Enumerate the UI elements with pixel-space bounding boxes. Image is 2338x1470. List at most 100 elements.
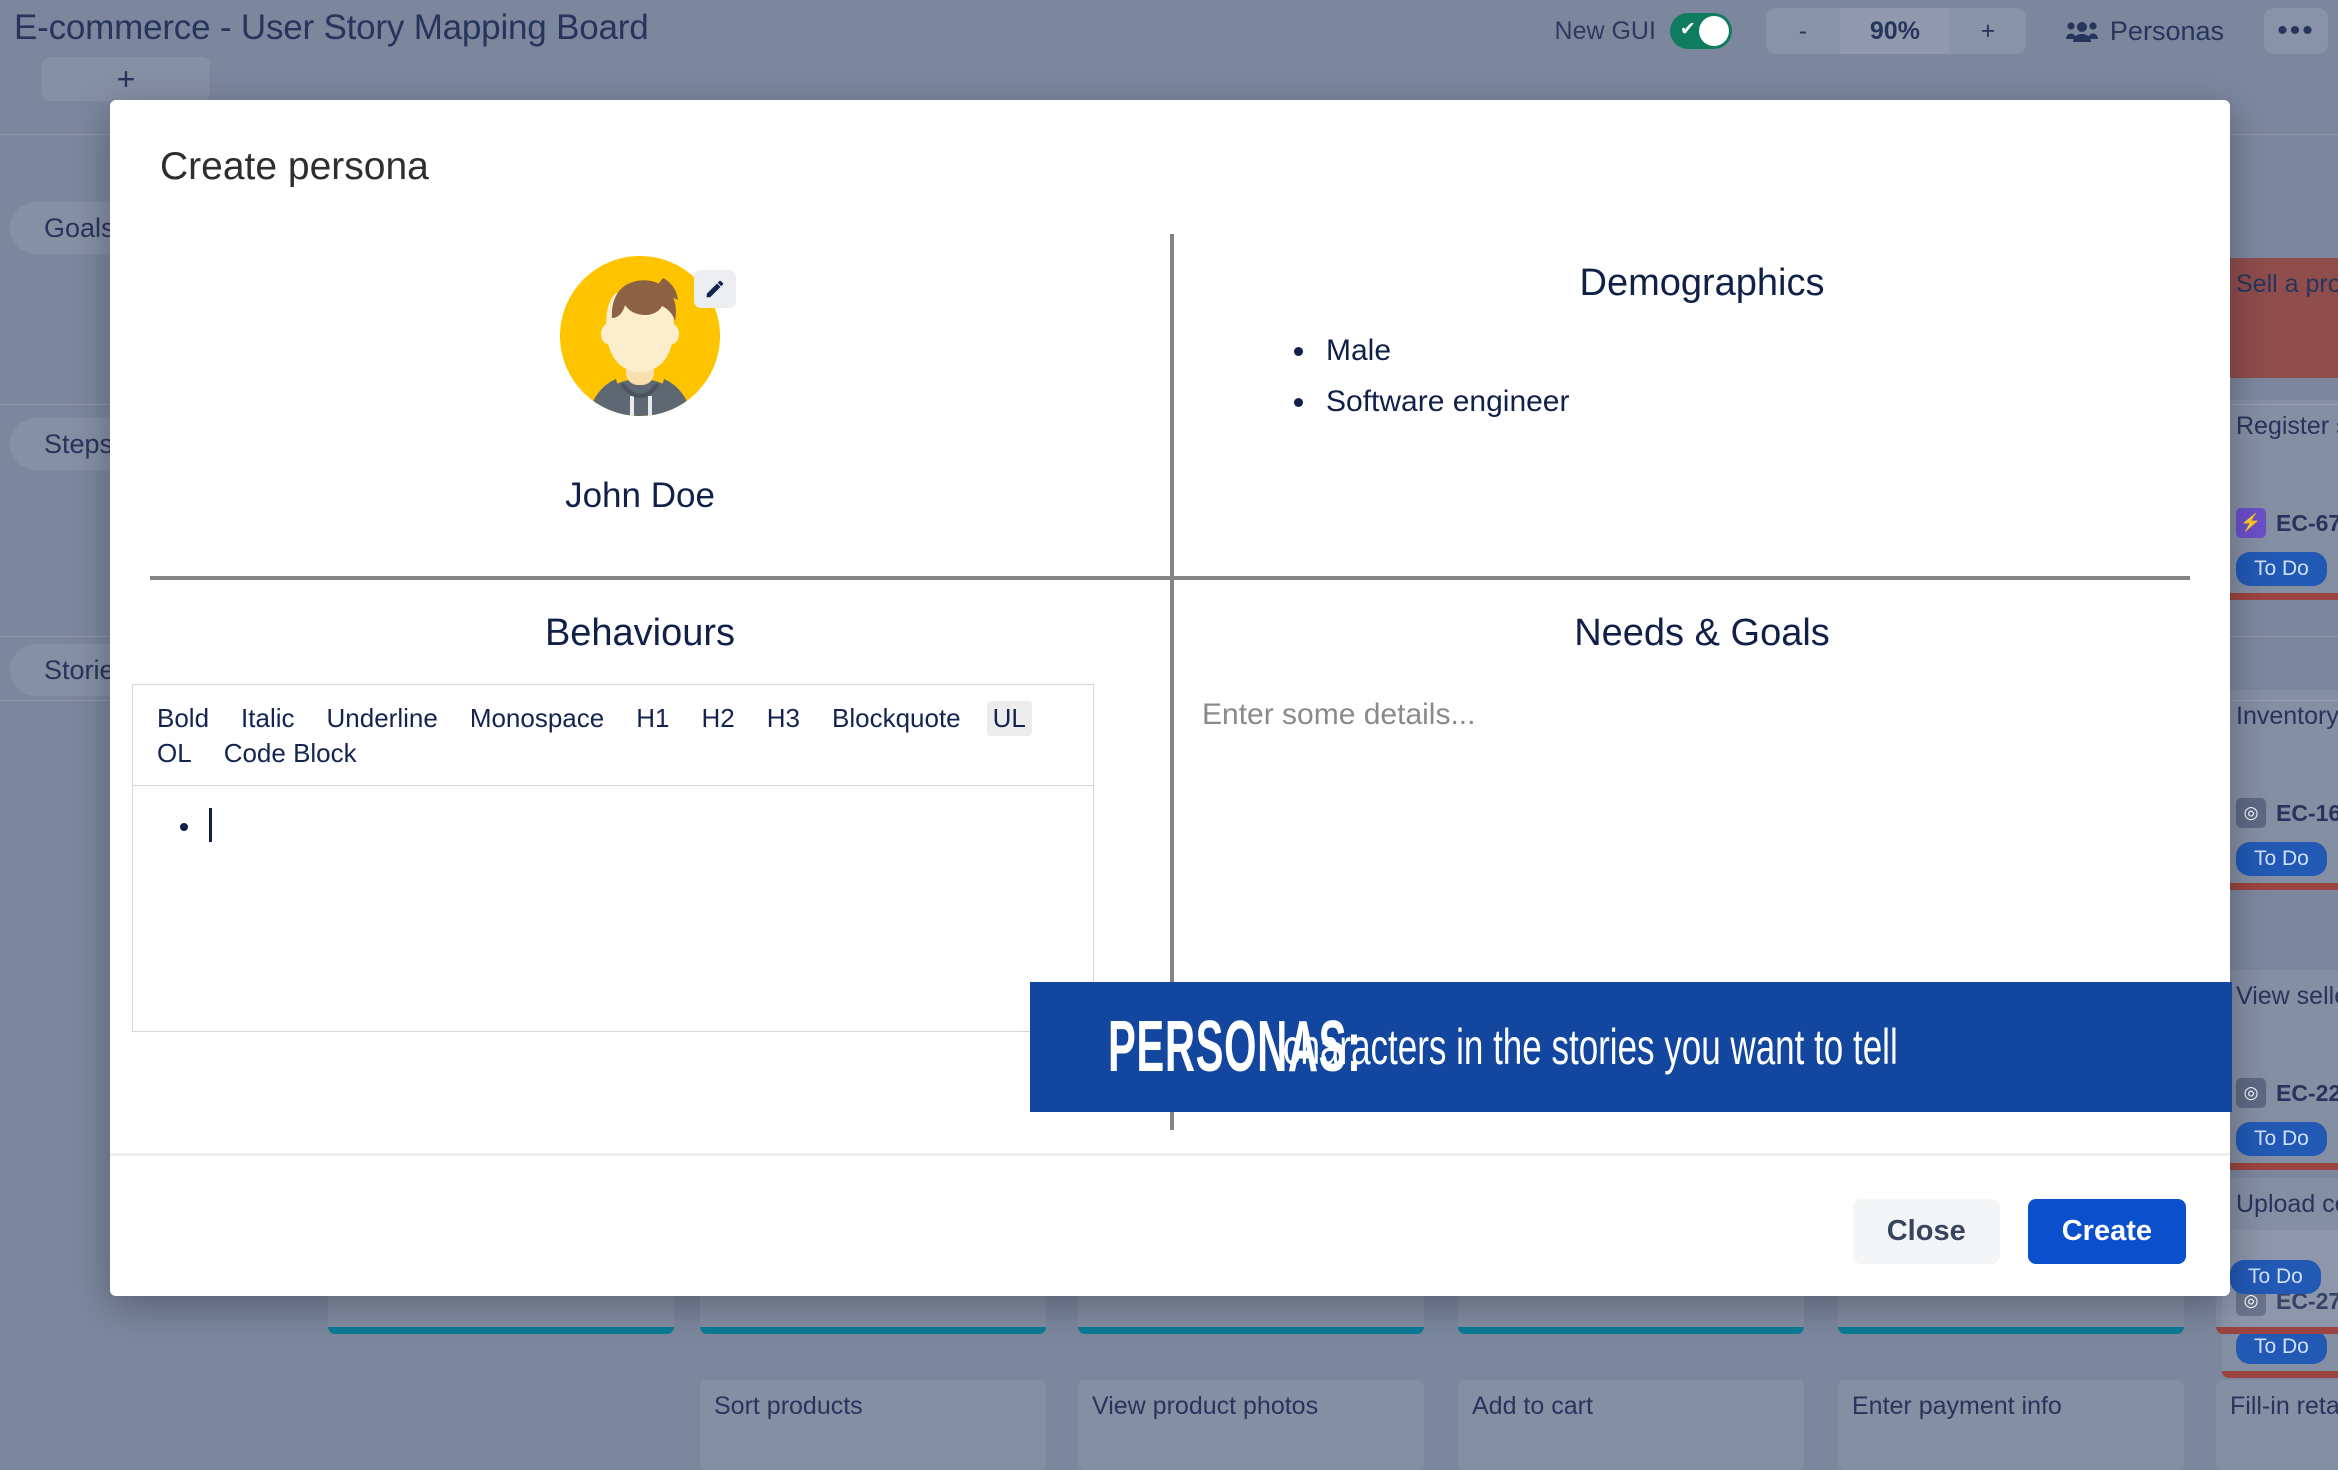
format-underline-button[interactable]: Underline (321, 701, 444, 736)
card-meta: ⚡ EC-67 (2236, 508, 2338, 538)
more-options-button[interactable]: ••• (2264, 8, 2328, 54)
story-type-icon: ⚡ (2236, 508, 2266, 538)
board-card[interactable]: View seller ◎ EC-22 To Do (2222, 970, 2338, 1170)
dialog-title: Create persona (160, 145, 429, 189)
pencil-icon (704, 278, 726, 300)
people-icon (2066, 19, 2098, 43)
board-card[interactable]: Register seller ⚡ EC-67 To Do (2222, 400, 2338, 600)
persona-avatar-quadrant: John Doe (110, 234, 1170, 576)
card-title: Add to cart (1458, 1380, 1804, 1421)
card-accent-bar (2222, 593, 2338, 600)
behaviours-editor-body[interactable] (133, 786, 1093, 864)
board-card[interactable]: Inventory profile ◎ EC-16 To Do (2222, 690, 2338, 890)
card-title: Sort products (700, 1380, 1046, 1421)
card-accent-bar (1838, 1327, 2184, 1334)
zoom-level-value: 90% (1840, 8, 1950, 54)
zoom-control: - 90% + (1766, 8, 2026, 54)
new-gui-label: New GUI (1555, 17, 1656, 46)
new-gui-switch[interactable]: ✔ (1670, 13, 1732, 49)
task-type-icon: ◎ (2236, 1078, 2266, 1108)
format-bold-button[interactable]: Bold (151, 701, 215, 736)
format-code-block-button[interactable]: Code Block (218, 736, 363, 771)
format-unordered-list-button[interactable]: UL (987, 701, 1032, 736)
card-title: Upload certificate (2222, 1178, 2338, 1219)
card-title: Sell a product (2222, 258, 2338, 299)
personas-button[interactable]: Personas (2056, 8, 2234, 55)
format-monospace-button[interactable]: Monospace (464, 701, 610, 736)
needs-goals-heading: Needs & Goals (1174, 612, 2230, 655)
format-ordered-list-button[interactable]: OL (151, 736, 198, 771)
demographics-quadrant: Demographics Male Software engineer (1174, 234, 2230, 576)
task-type-icon: ◎ (2236, 798, 2266, 828)
board-card[interactable]: Add to cart (1458, 1380, 1804, 1470)
list-item: Male (1318, 334, 1570, 368)
card-title: Fill-in retail info (2216, 1380, 2338, 1421)
zoom-out-button[interactable]: - (1766, 8, 1840, 54)
board-card[interactable]: Fill-in retail info (2216, 1380, 2338, 1470)
format-h2-button[interactable]: H2 (695, 701, 740, 736)
card-accent-bar (1458, 1327, 1804, 1334)
card-title: Enter payment info (1838, 1380, 2184, 1421)
board-card[interactable]: Enter payment info (1838, 1380, 2184, 1470)
status-badge: To Do (2236, 842, 2327, 876)
card-accent-bar (2216, 1327, 2338, 1334)
card-key: EC-67 (2276, 510, 2338, 537)
card-title: Register seller (2222, 400, 2338, 441)
edit-avatar-button[interactable] (694, 270, 736, 308)
footer-separator (110, 1153, 2230, 1156)
list-item: Software engineer (1318, 385, 1570, 419)
switch-knob (1699, 16, 1729, 46)
new-gui-toggle-group[interactable]: New GUI ✔ (1555, 13, 1732, 49)
banner-subtitle-text: characters in the stories you want to te… (1283, 1018, 1898, 1076)
card-title: Inventory profile (2222, 690, 2338, 731)
board-card[interactable]: View product photos (1078, 1380, 1424, 1470)
toolbar-right-group: New GUI ✔ - 90% + (1555, 0, 2328, 62)
behaviours-quadrant: Behaviours Bold Italic Underline Monospa… (110, 580, 1170, 1296)
plus-icon: + (117, 61, 136, 98)
card-accent-bar (1078, 1327, 1424, 1334)
text-caret (209, 808, 212, 842)
format-h1-button[interactable]: H1 (630, 701, 675, 736)
behaviours-rich-text-editor[interactable]: Bold Italic Underline Monospace H1 H2 H3… (132, 684, 1094, 1032)
lane-label-text: Steps (44, 429, 113, 460)
format-italic-button[interactable]: Italic (235, 701, 300, 736)
zoom-in-button[interactable]: + (1950, 8, 2026, 54)
card-accent-bar (2222, 1371, 2338, 1378)
create-button[interactable]: Create (2028, 1199, 2186, 1264)
status-badge: To Do (2236, 1122, 2327, 1156)
card-title: View product photos (1078, 1380, 1424, 1421)
lane-label-text: Goals (44, 213, 115, 244)
status-badge: To Do (2230, 1260, 2321, 1294)
editor-bullet-list (203, 808, 1063, 842)
format-blockquote-button[interactable]: Blockquote (826, 701, 967, 736)
board-card[interactable]: To Do (2216, 1230, 2338, 1334)
avatar[interactable] (560, 256, 720, 416)
board-card[interactable]: Sort products (700, 1380, 1046, 1470)
check-icon: ✔ (1680, 20, 1696, 40)
status-badge: To Do (2236, 552, 2327, 586)
card-meta: ◎ EC-16 (2236, 798, 2338, 828)
persona-name: John Doe (110, 476, 1170, 516)
behaviours-heading: Behaviours (110, 612, 1170, 655)
card-title: View seller (2222, 970, 2338, 1011)
demographics-list: Male Software engineer (1294, 334, 1570, 436)
board-card[interactable]: Sell a product (2222, 258, 2338, 378)
page-title: E-commerce - User Story Mapping Board (14, 8, 648, 48)
close-button[interactable]: Close (1853, 1199, 2000, 1264)
card-key: EC-16 (2276, 800, 2338, 827)
add-column-button[interactable]: + (42, 57, 210, 101)
top-toolbar: E-commerce - User Story Mapping Board Ne… (0, 0, 2338, 62)
status-badge: To Do (2236, 1330, 2327, 1364)
demographics-heading: Demographics (1174, 262, 2230, 305)
create-persona-dialog: Create persona (110, 100, 2230, 1296)
ellipsis-icon: ••• (2277, 26, 2315, 36)
card-accent-bar (2222, 1163, 2338, 1170)
card-accent-bar (700, 1327, 1046, 1334)
card-accent-bar (328, 1327, 674, 1334)
card-key: EC-22 (2276, 1080, 2338, 1107)
format-h3-button[interactable]: H3 (761, 701, 806, 736)
personas-info-banner: PERSONAS: characters in the stories you … (1030, 982, 2232, 1112)
needs-and-goals-quadrant: Needs & Goals Enter some details... (1174, 580, 2230, 1296)
rich-text-toolbar: Bold Italic Underline Monospace H1 H2 H3… (133, 685, 1093, 786)
needs-goals-input-placeholder[interactable]: Enter some details... (1202, 698, 1475, 732)
